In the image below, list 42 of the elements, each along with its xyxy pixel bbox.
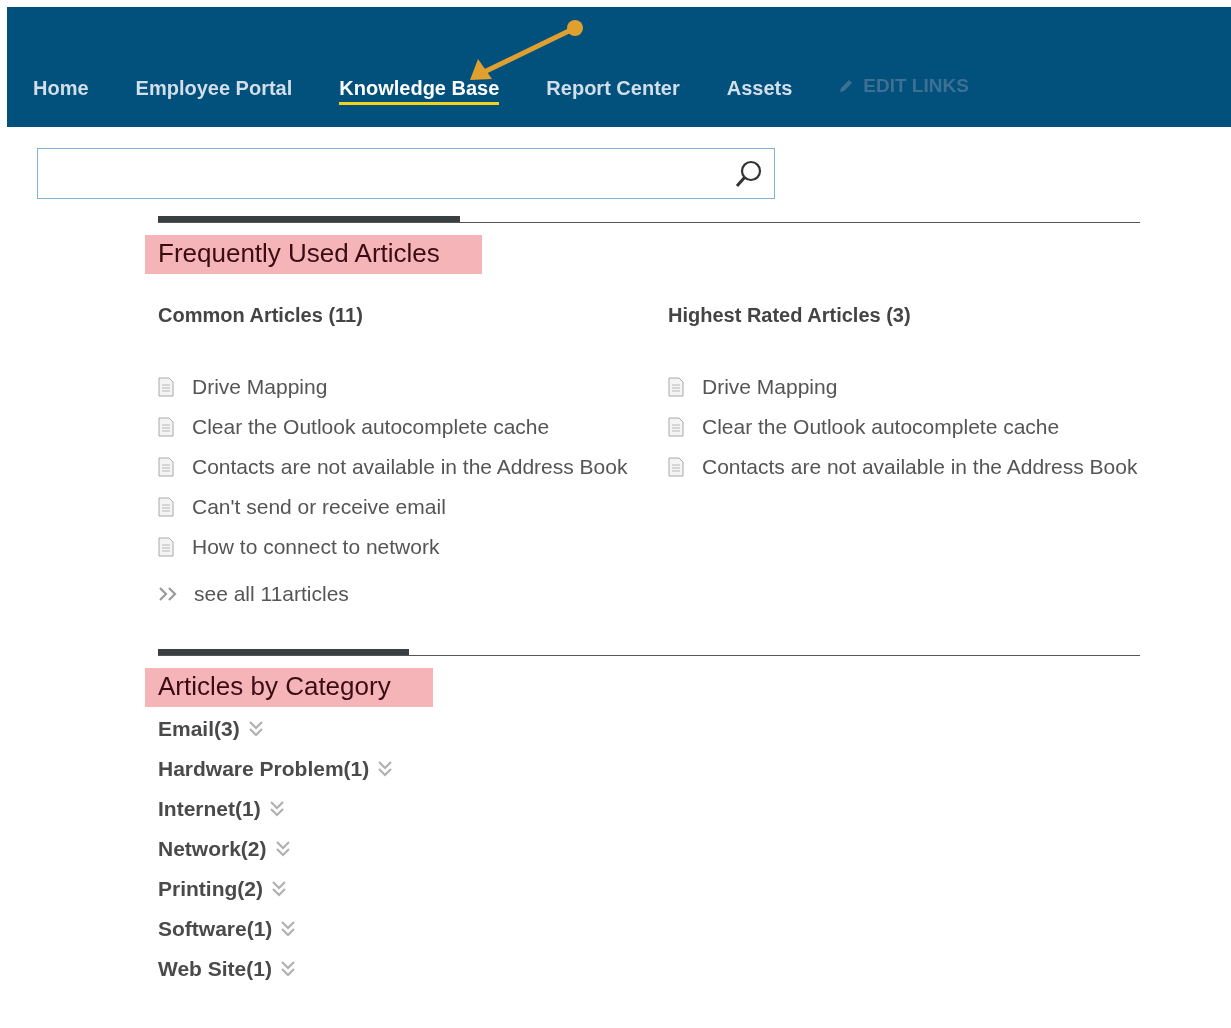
column-heading: Common Articles (11) [158,304,364,327]
category-link[interactable]: Software(1) [158,917,273,941]
article-link[interactable]: Can't send or receive email [192,495,446,519]
document-icon [158,457,174,477]
nav-link[interactable]: Assets [726,77,793,105]
double-chevron-down-icon[interactable] [280,919,297,939]
document-icon [158,377,174,397]
document-icon [158,497,174,517]
double-chevron-down-icon[interactable] [274,839,291,859]
double-chevron-down-icon[interactable] [279,959,296,979]
column-heading: Highest Rated Articles (3) [668,304,912,327]
nav-link[interactable]: Employee Portal [135,77,293,105]
document-icon [668,457,684,477]
see-all-link[interactable]: see all 11articles [194,582,349,606]
category-link[interactable]: Hardware Problem(1) [158,757,370,781]
article-link[interactable]: Drive Mapping [702,375,838,399]
category-link[interactable]: Printing(2) [158,877,263,901]
nav-link[interactable]: Home [33,77,89,105]
article-link[interactable]: Drive Mapping [192,375,328,399]
search-field[interactable] [37,148,775,199]
document-icon [158,537,174,557]
pencil-icon [839,79,854,93]
category-link[interactable]: Internet(1) [158,797,261,821]
article-link[interactable]: Contacts are not available in the Address Book [192,455,628,479]
double-chevron-down-icon[interactable] [268,799,285,819]
document-icon [668,377,684,397]
category-link[interactable]: Email(3) [158,717,240,741]
category-link[interactable]: Web Site(1) [158,957,272,981]
search-icon[interactable] [734,158,764,189]
article-link[interactable]: Clear the Outlook autocomplete cache [192,415,550,439]
double-chevron-down-icon[interactable] [377,759,394,779]
article-link[interactable]: Clear the Outlook autocomplete cache [702,415,1060,439]
double-chevron-down-icon[interactable] [271,879,287,899]
double-chevron-down-icon[interactable] [247,719,264,739]
article-link[interactable]: How to connect to network [192,535,440,559]
section-heading: Articles by Category [145,668,433,707]
document-icon [158,417,174,437]
article-link[interactable]: Contacts are not available in the Address Book [702,455,1138,479]
section-heading: Frequently Used Articles [145,235,482,274]
category-link[interactable]: Network(2) [158,837,267,861]
nav-link[interactable]: Report Center [546,77,680,105]
document-icon [668,417,684,437]
